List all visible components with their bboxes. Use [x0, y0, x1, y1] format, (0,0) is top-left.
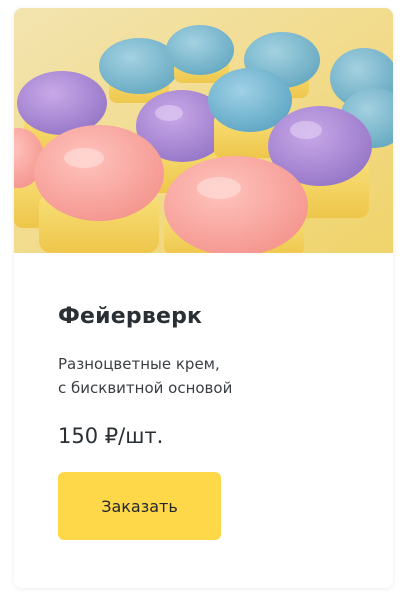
description-line: с бисквитной основой — [58, 379, 233, 397]
description-line: Разноцветные крем, — [58, 355, 220, 373]
product-card: Фейерверк Разноцветные крем, с бисквитно… — [14, 8, 393, 588]
product-image — [14, 8, 393, 253]
product-description: Разноцветные крем, с бисквитной основой — [58, 352, 318, 400]
order-button[interactable]: Заказать — [58, 472, 221, 540]
product-price: 150 ₽/шт. — [58, 424, 164, 448]
product-title: Фейерверк — [58, 304, 203, 329]
